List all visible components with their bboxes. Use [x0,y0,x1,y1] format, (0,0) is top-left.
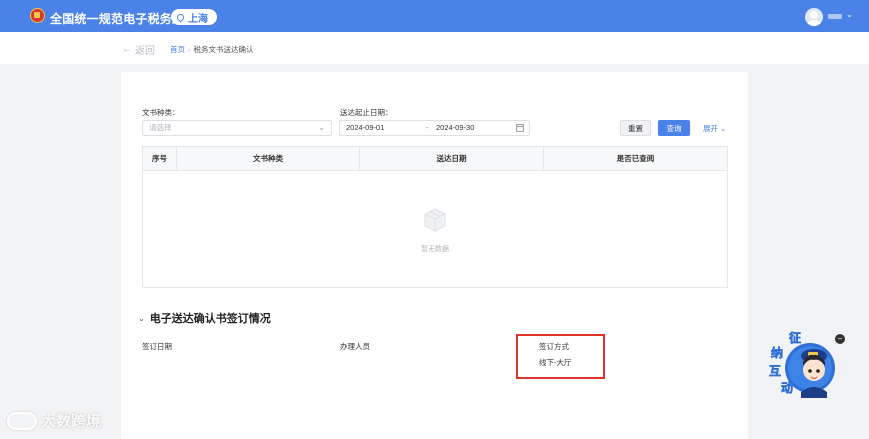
top-bar: 全国统一规范电子税务局 上海 ⌄ [0,0,869,32]
query-button[interactable]: 查询 [658,120,690,136]
region-selector[interactable]: 上海 [171,9,217,25]
expand-toggle[interactable]: 展开 ⌄ [703,123,726,134]
assistant-char-2: 纳 [771,345,783,360]
user-name-masked[interactable] [828,14,842,19]
region-label: 上海 [188,13,208,25]
watermark-text: 大数跨境 [41,413,102,430]
breadcrumb-home[interactable]: 首页 [170,45,185,54]
assistant-char-3: 互 [769,364,781,378]
date-start-input[interactable]: 2024-09-01 [346,121,384,135]
column-header-doc-type: 文书种类 [177,147,360,171]
watermark: 大数跨境 [7,410,101,431]
empty-state-text: 暂无数据 [421,246,449,253]
doc-type-select[interactable]: 请选择 ⌄ [142,120,332,136]
breadcrumb: 首页 › 税务文书送达确认 [170,44,254,55]
reset-button[interactable]: 重置 [620,120,651,136]
chevron-down-icon[interactable]: ⌄ [846,10,853,19]
assistant-char-1: 征 [789,330,801,345]
table-header: 序号 文书种类 送达日期 是否已查阅 [143,147,727,171]
doc-type-label: 文书种类： [142,108,180,117]
arrow-left-icon: ← [122,44,132,55]
user-avatar[interactable] [805,8,823,26]
tax-emblem-icon [30,8,45,23]
handler-label: 办理人员 [340,342,370,351]
column-header-delivery-date: 送达日期 [360,147,544,171]
column-header-index: 序号 [143,147,177,171]
location-pin-icon [175,12,186,22]
back-label: 返回 [135,46,155,57]
doc-type-placeholder: 请选择 [149,123,172,132]
documents-table: 序号 文书种类 送达日期 是否已查阅 暂无数据 [142,146,728,288]
sign-date-label: 签订日期 [142,342,172,351]
signing-section-title: 电子送达确认书签订情况 [149,313,271,325]
breadcrumb-current: 税务文书送达确认 [193,45,254,54]
assistant-char-4: 动 [781,381,793,395]
chevron-down-icon: ⌄ [138,313,145,323]
calendar-icon[interactable] [516,124,524,132]
highlight-annotation-box [516,334,605,379]
date-separator: - [426,123,429,132]
breadcrumb-separator: › [188,45,191,54]
assistant-mascot-icon[interactable]: 征 纳 互 动 [768,330,838,402]
sub-header: ← 返回 首页 › 税务文书送达确认 [0,32,869,64]
watermark-logo-icon [7,411,37,430]
date-end-input[interactable]: 2024-09-30 [436,121,474,135]
signing-section-header[interactable]: ⌄ 电子送达确认书签订情况 [138,310,271,326]
assistant-close-icon[interactable]: − [835,334,845,344]
date-range-label: 送达起止日期： [340,108,393,117]
back-button[interactable]: ← 返回 [122,42,155,57]
date-range-picker[interactable]: 2024-09-01 - 2024-09-30 [339,120,530,136]
chevron-down-icon: ⌄ [318,123,325,132]
column-header-viewed: 是否已查阅 [616,154,655,163]
empty-box-icon [424,208,446,232]
site-title[interactable]: 全国统一规范电子税务局 [50,10,184,27]
